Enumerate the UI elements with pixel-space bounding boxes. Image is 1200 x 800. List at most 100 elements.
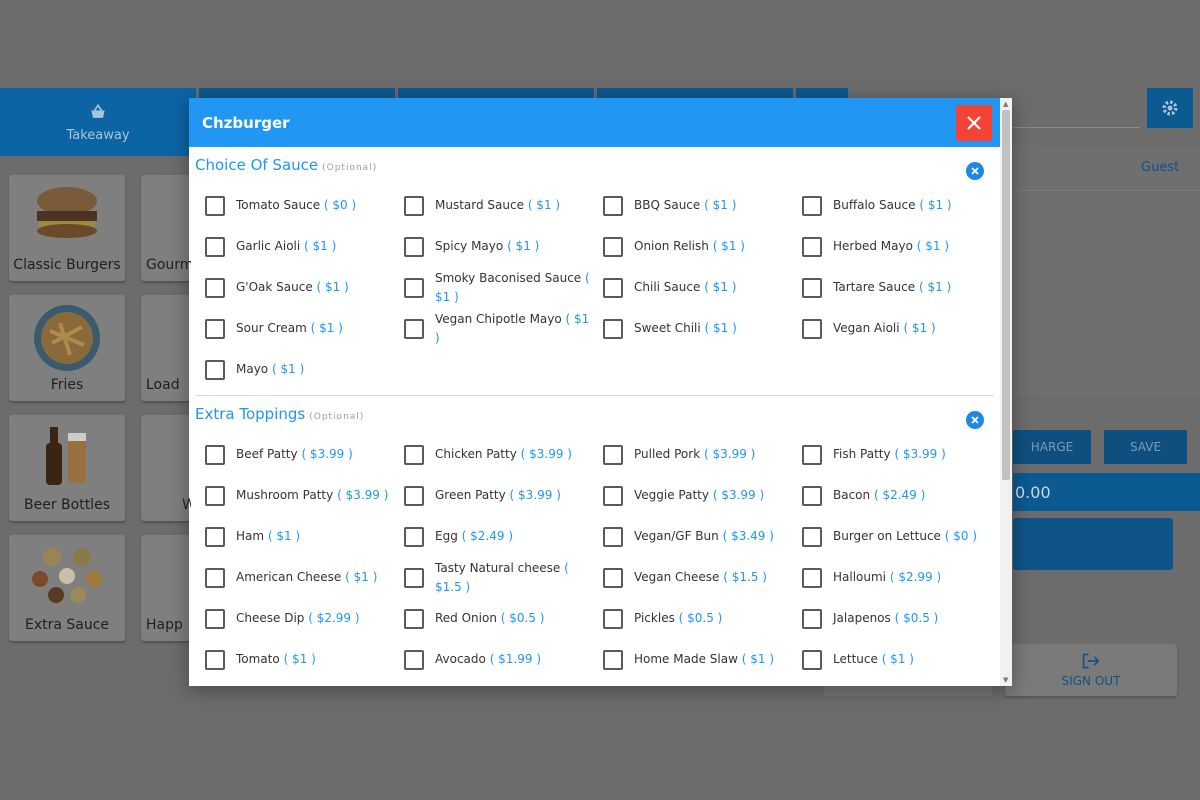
option-checkbox[interactable] — [603, 318, 623, 339]
option-item[interactable]: Tomato Sauce ( $0 ) — [195, 185, 394, 226]
option-item[interactable]: Tomato ( $1 ) — [195, 639, 394, 680]
option-item[interactable]: Vegan/GF Bun ( $3.49 ) — [593, 516, 792, 557]
category-gourmet[interactable]: Gourm — [141, 175, 191, 281]
option-item[interactable]: Tasty Natural cheese ( $1.5 ) — [394, 557, 593, 598]
option-item[interactable]: Avocado ( $1.99 ) — [394, 639, 593, 680]
option-item[interactable]: BBQ Sauce ( $1 ) — [593, 185, 792, 226]
option-checkbox[interactable] — [603, 567, 623, 588]
option-checkbox[interactable] — [205, 318, 225, 339]
option-checkbox[interactable] — [603, 485, 623, 506]
option-item[interactable]: Home Made Slaw ( $1 ) — [593, 639, 792, 680]
category-loaded[interactable]: Load — [141, 295, 191, 401]
category-fries[interactable]: Fries — [9, 295, 125, 401]
option-checkbox[interactable] — [404, 318, 424, 339]
category-happy[interactable]: Happ — [141, 535, 191, 641]
option-item[interactable]: Sweet Chili ( $1 ) — [593, 308, 792, 349]
sign-out-button[interactable]: SIGN OUT — [1005, 644, 1177, 696]
scroll-down-arrow-icon[interactable]: ▼ — [1003, 676, 1008, 684]
option-checkbox[interactable] — [205, 444, 225, 465]
dialog-scrollbar[interactable]: ▲ ▼ — [1000, 98, 1012, 686]
option-checkbox[interactable] — [603, 444, 623, 465]
option-checkbox[interactable] — [802, 649, 822, 670]
option-checkbox[interactable] — [603, 526, 623, 547]
option-checkbox[interactable] — [205, 277, 225, 298]
option-checkbox[interactable] — [205, 195, 225, 216]
option-checkbox[interactable] — [802, 526, 822, 547]
option-item[interactable]: Onion Relish ( $1 ) — [593, 226, 792, 267]
option-checkbox[interactable] — [603, 608, 623, 629]
option-checkbox[interactable] — [404, 277, 424, 298]
search-input[interactable] — [1013, 88, 1140, 128]
scroll-up-arrow-icon[interactable]: ▲ — [1003, 100, 1008, 108]
option-checkbox[interactable] — [404, 444, 424, 465]
option-checkbox[interactable] — [205, 608, 225, 629]
save-button[interactable]: SAVE — [1104, 430, 1187, 464]
option-item[interactable]: Bacon ( $2.49 ) — [792, 475, 991, 516]
option-checkbox[interactable] — [205, 359, 225, 380]
total-bar[interactable]: 0.00 — [1013, 473, 1200, 511]
option-item[interactable]: Tartare Sauce ( $1 ) — [792, 267, 991, 308]
option-item[interactable]: Garlic Aioli ( $1 ) — [195, 226, 394, 267]
option-checkbox[interactable] — [802, 485, 822, 506]
option-item[interactable]: Herbed Mayo ( $1 ) — [792, 226, 991, 267]
option-checkbox[interactable] — [802, 318, 822, 339]
close-button[interactable] — [956, 105, 992, 141]
option-checkbox[interactable] — [404, 608, 424, 629]
option-checkbox[interactable] — [404, 567, 424, 588]
option-checkbox[interactable] — [404, 649, 424, 670]
option-item[interactable]: Vegan Cheese ( $1.5 ) — [593, 557, 792, 598]
option-checkbox[interactable] — [802, 567, 822, 588]
option-checkbox[interactable] — [802, 608, 822, 629]
guest-label[interactable]: Guest — [1141, 160, 1179, 175]
option-item[interactable]: Smoky Baconised Sauce ( $1 ) — [394, 267, 593, 308]
tab-takeaway[interactable]: Takeaway — [0, 88, 196, 156]
scroll-thumb[interactable] — [1002, 110, 1010, 480]
option-item[interactable]: Vegan Aioli ( $1 ) — [792, 308, 991, 349]
option-checkbox[interactable] — [404, 485, 424, 506]
option-checkbox[interactable] — [404, 236, 424, 257]
option-item[interactable]: Fish Patty ( $3.99 ) — [792, 434, 991, 475]
settings-button[interactable] — [1147, 88, 1193, 128]
option-checkbox[interactable] — [205, 485, 225, 506]
category-wine[interactable]: W — [141, 415, 191, 521]
option-item[interactable]: Green Patty ( $3.99 ) — [394, 475, 593, 516]
option-checkbox[interactable] — [802, 277, 822, 298]
option-checkbox[interactable] — [603, 649, 623, 670]
category-classic-burgers[interactable]: Classic Burgers — [9, 175, 125, 281]
option-checkbox[interactable] — [205, 567, 225, 588]
option-item[interactable]: Pulled Pork ( $3.99 ) — [593, 434, 792, 475]
pay-button[interactable] — [1013, 518, 1173, 570]
option-item[interactable]: Chili Sauce ( $1 ) — [593, 267, 792, 308]
option-item[interactable]: Red Onion ( $0.5 ) — [394, 598, 593, 639]
option-item[interactable]: Mushroom Patty ( $3.99 ) — [195, 475, 394, 516]
option-checkbox[interactable] — [603, 195, 623, 216]
option-checkbox[interactable] — [205, 236, 225, 257]
option-checkbox[interactable] — [802, 236, 822, 257]
option-item[interactable]: Halloumi ( $2.99 ) — [792, 557, 991, 598]
option-item[interactable]: Cheese Dip ( $2.99 ) — [195, 598, 394, 639]
charge-button[interactable]: HARGE — [1013, 430, 1091, 464]
option-checkbox[interactable] — [205, 526, 225, 547]
option-checkbox[interactable] — [404, 526, 424, 547]
option-item[interactable]: Egg ( $2.49 ) — [394, 516, 593, 557]
option-item[interactable]: Sour Cream ( $1 ) — [195, 308, 394, 349]
category-extra-sauce[interactable]: Extra Sauce — [9, 535, 125, 641]
option-item[interactable]: Lettuce ( $1 ) — [792, 639, 991, 680]
option-item[interactable]: Spicy Mayo ( $1 ) — [394, 226, 593, 267]
option-item[interactable]: Burger on Lettuce ( $0 ) — [792, 516, 991, 557]
option-item[interactable]: Mayo ( $1 ) — [195, 349, 394, 390]
option-item[interactable]: G'Oak Sauce ( $1 ) — [195, 267, 394, 308]
option-item[interactable]: Mustard Sauce ( $1 ) — [394, 185, 593, 226]
option-checkbox[interactable] — [603, 236, 623, 257]
option-item[interactable]: Vegan Chipotle Mayo ( $1 ) — [394, 308, 593, 349]
option-checkbox[interactable] — [205, 649, 225, 670]
option-checkbox[interactable] — [603, 277, 623, 298]
clear-section-button[interactable] — [966, 162, 984, 180]
option-item[interactable]: Chicken Patty ( $3.99 ) — [394, 434, 593, 475]
clear-section-button[interactable] — [966, 411, 984, 429]
option-checkbox[interactable] — [802, 195, 822, 216]
option-item[interactable]: Jalapenos ( $0.5 ) — [792, 598, 991, 639]
option-item[interactable]: Beef Patty ( $3.99 ) — [195, 434, 394, 475]
option-checkbox[interactable] — [404, 195, 424, 216]
category-beer-bottles[interactable]: Beer Bottles — [9, 415, 125, 521]
